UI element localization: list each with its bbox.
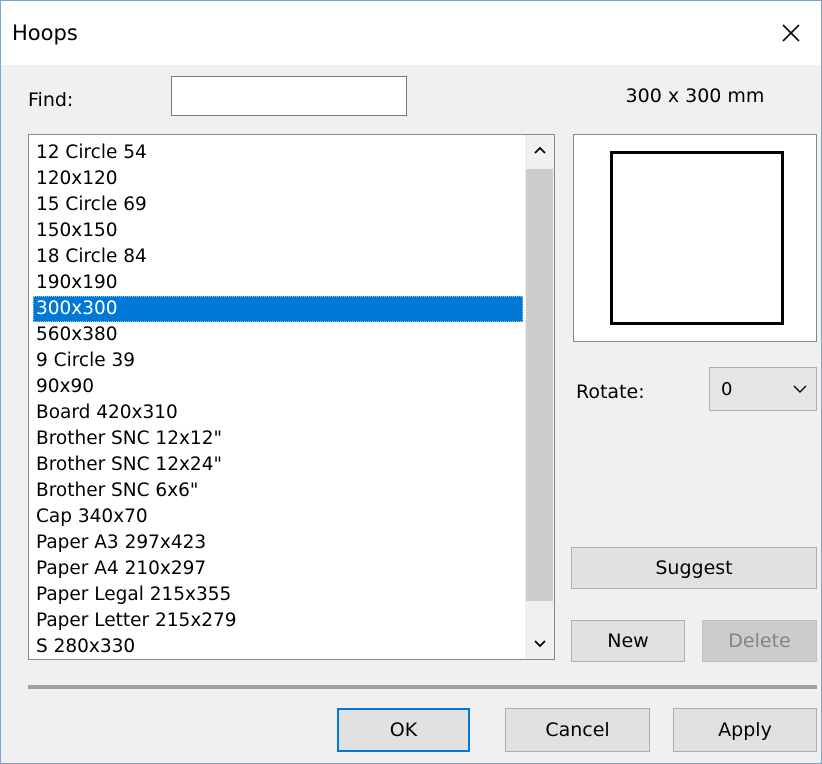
find-input[interactable]: [171, 76, 407, 116]
scroll-thumb[interactable]: [526, 169, 553, 601]
rotate-label: Rotate:: [576, 381, 645, 403]
delete-button: Delete: [702, 620, 817, 662]
list-item[interactable]: Board 420x310: [33, 400, 523, 426]
list-item[interactable]: 190x190: [33, 270, 523, 296]
suggest-button[interactable]: Suggest: [571, 547, 817, 589]
hoop-preview: [573, 134, 817, 342]
hoop-list[interactable]: 12 Circle 54 120x120 15 Circle 69 150x150 18…: [28, 134, 555, 660]
chevron-up-icon: [533, 146, 546, 154]
hoop-list-items: 12 Circle 54 120x120 15 Circle 69 150x150 18…: [33, 140, 523, 659]
list-item[interactable]: Cap 340x70: [33, 504, 523, 530]
list-item[interactable]: 90x90: [33, 374, 523, 400]
dialog-title: Hoops: [12, 21, 78, 45]
hoops-dialog: Hoops Find: 300 x 300 mm 12 Circle 54 120…: [0, 0, 822, 764]
list-item[interactable]: Paper A4 210x297: [33, 556, 523, 582]
hoop-preview-shape: [610, 151, 784, 325]
hoop-list-scrollbar[interactable]: [525, 135, 554, 659]
chevron-down-icon: [793, 385, 807, 393]
rotate-value: 0: [721, 379, 733, 400]
list-item[interactable]: Paper Legal 215x355: [33, 582, 523, 608]
close-icon: [782, 24, 800, 42]
cancel-button[interactable]: Cancel: [505, 708, 650, 752]
list-item[interactable]: Brother SNC 12x12": [33, 426, 523, 452]
list-item[interactable]: 120x120: [33, 166, 523, 192]
list-item[interactable]: 18 Circle 84: [33, 244, 523, 270]
apply-button[interactable]: Apply: [673, 708, 817, 752]
find-label: Find:: [28, 89, 74, 111]
ok-button[interactable]: OK: [337, 708, 470, 752]
title-bar[interactable]: Hoops: [1, 1, 821, 65]
rotate-dropdown[interactable]: 0: [709, 367, 817, 411]
list-item[interactable]: Paper A3 297x423: [33, 530, 523, 556]
list-item[interactable]: 9 Circle 39: [33, 348, 523, 374]
scroll-up-button[interactable]: [525, 135, 554, 165]
scroll-down-button[interactable]: [525, 629, 554, 659]
hoop-dimensions-label: 300 x 300 mm: [625, 85, 765, 107]
chevron-down-icon: [533, 640, 546, 648]
list-item[interactable]: Paper Letter 215x279: [33, 608, 523, 634]
list-item[interactable]: Brother SNC 6x6": [33, 478, 523, 504]
list-item[interactable]: Brother SNC 12x24": [33, 452, 523, 478]
list-item[interactable]: 300x300: [33, 296, 523, 322]
list-item[interactable]: 12 Circle 54: [33, 140, 523, 166]
separator: [28, 685, 817, 689]
close-button[interactable]: [761, 1, 821, 65]
list-item[interactable]: S 280x330: [33, 634, 523, 659]
list-item[interactable]: 560x380: [33, 322, 523, 348]
list-item[interactable]: 15 Circle 69: [33, 192, 523, 218]
list-item[interactable]: 150x150: [33, 218, 523, 244]
new-button[interactable]: New: [571, 620, 685, 662]
